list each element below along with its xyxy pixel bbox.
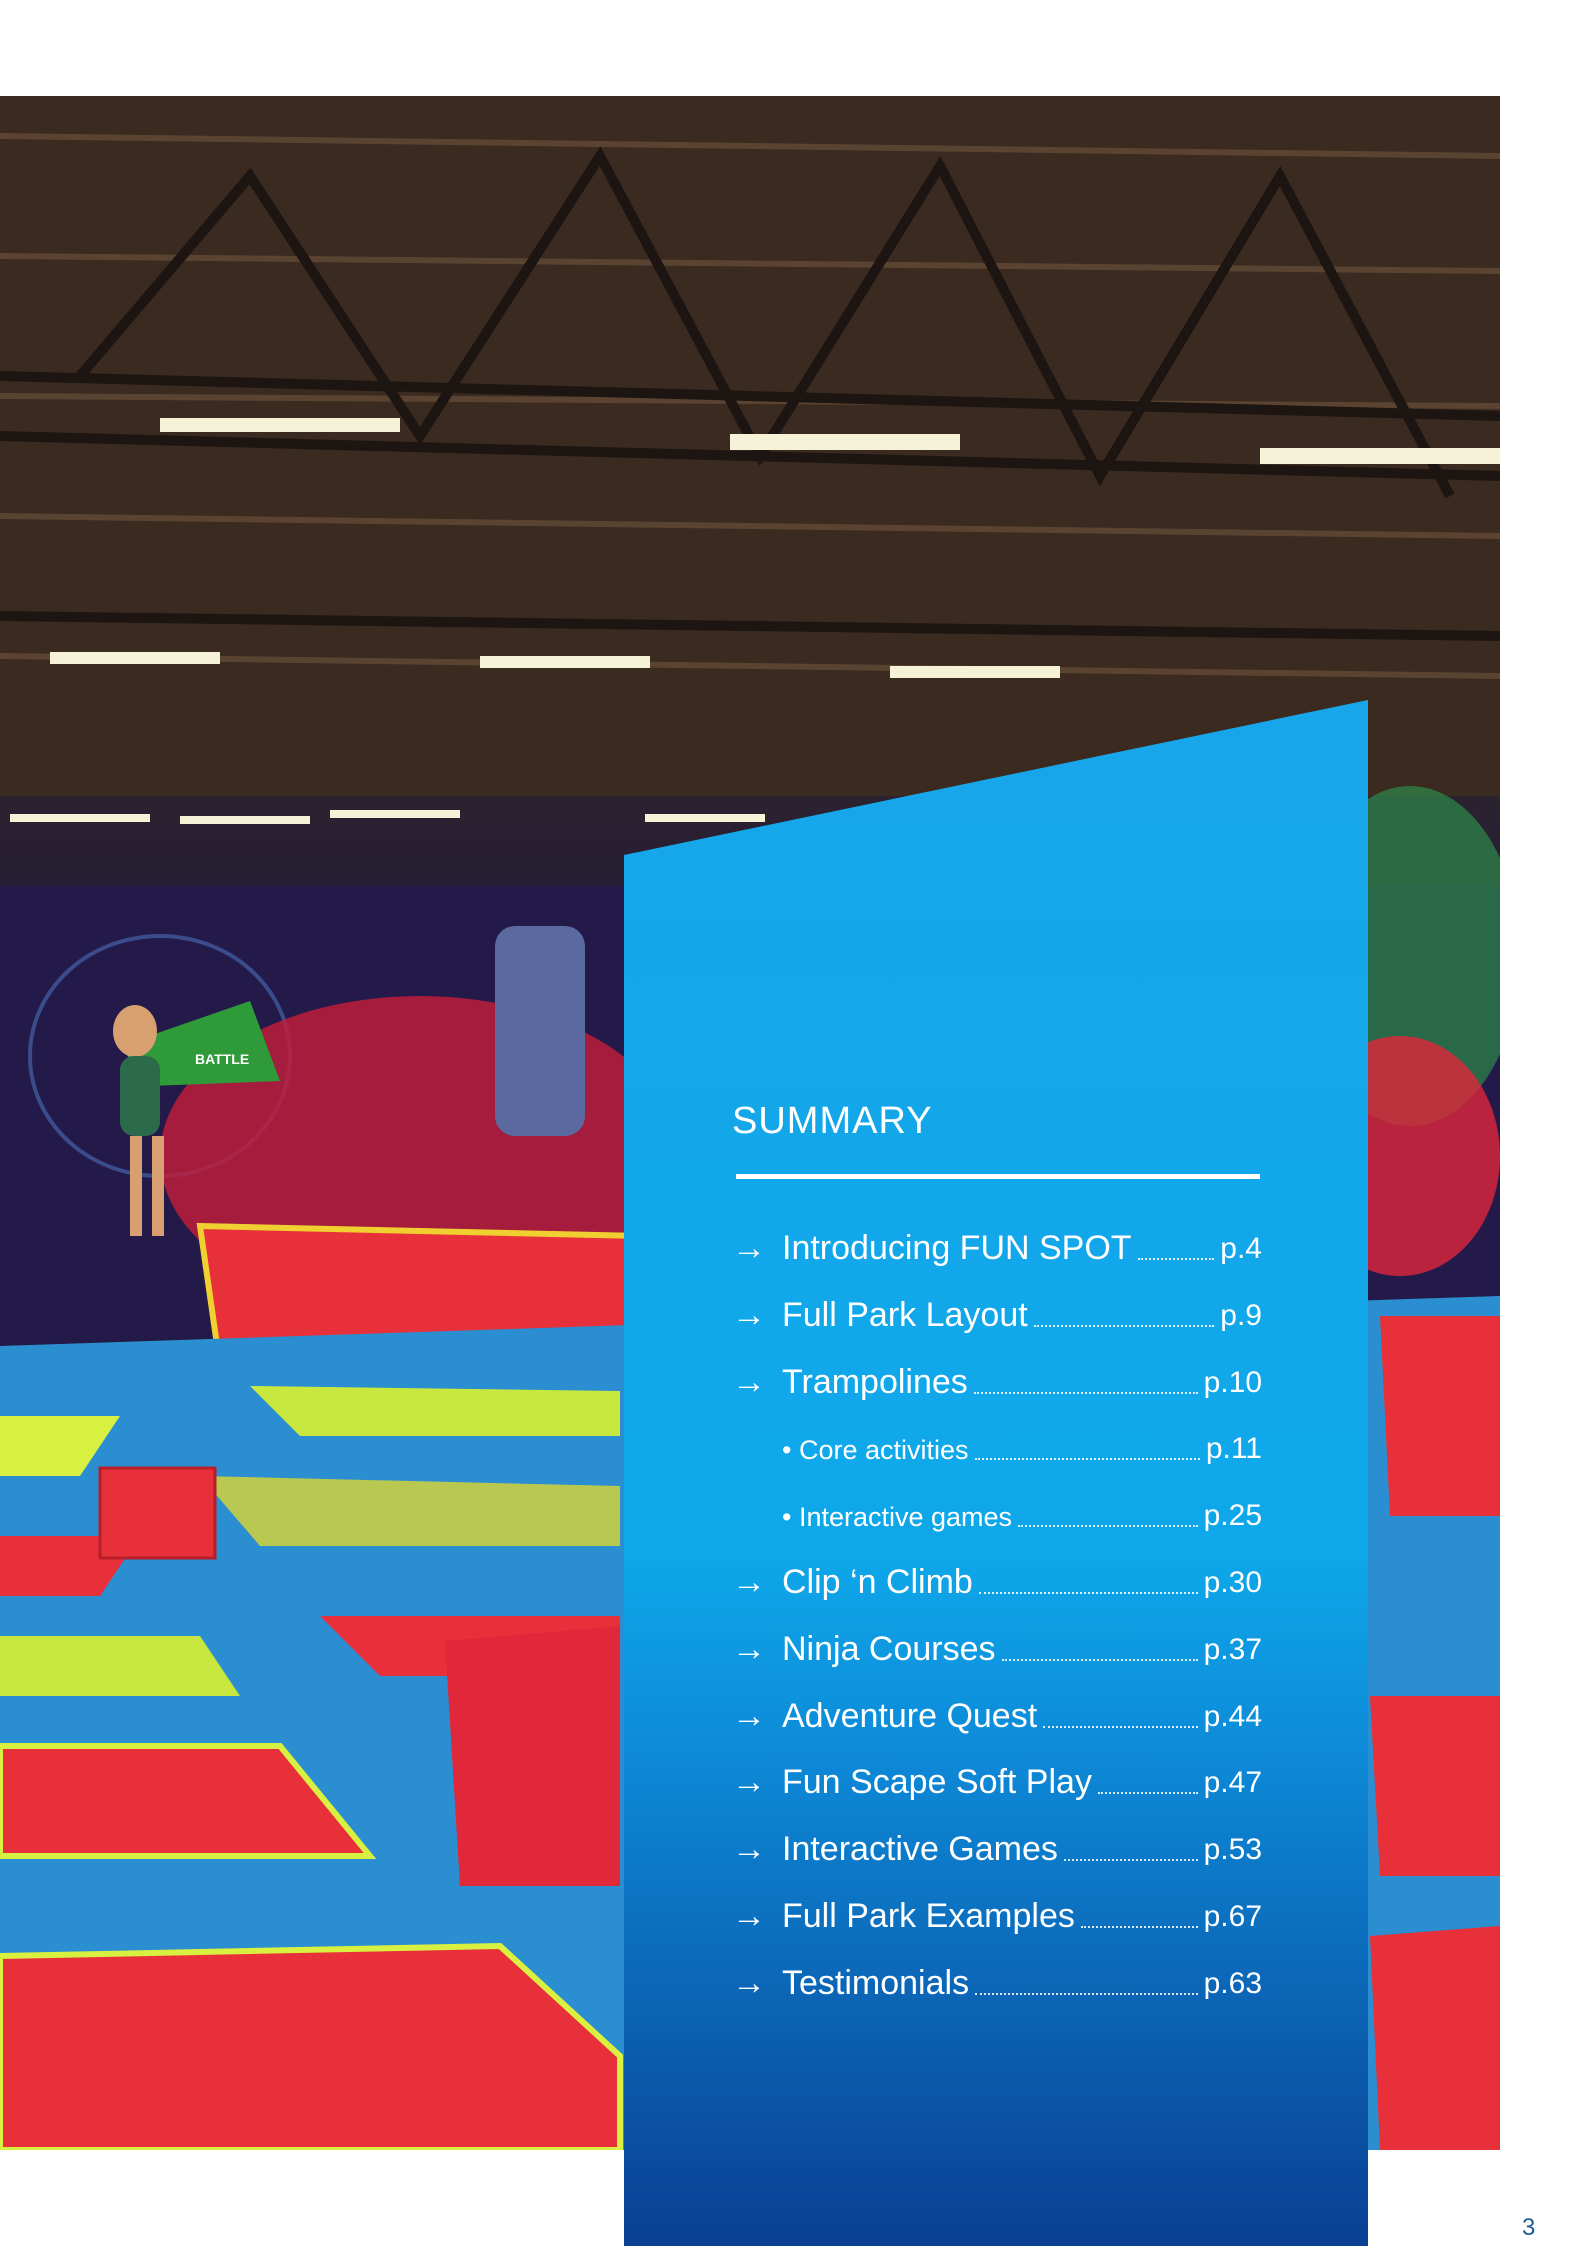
trampoline-park-photo: BATTLE (0, 96, 1500, 2150)
trampoline-park-illustration: BATTLE (0, 96, 1500, 2150)
foam-block-large (445, 1626, 620, 1886)
hanging-bag (495, 926, 585, 1136)
battle-sign-text: BATTLE (195, 1051, 249, 1067)
page-number: 3 (1522, 2214, 1536, 2241)
mural-red-shape (1300, 1036, 1500, 1276)
foam-block-small (98, 1466, 217, 1560)
